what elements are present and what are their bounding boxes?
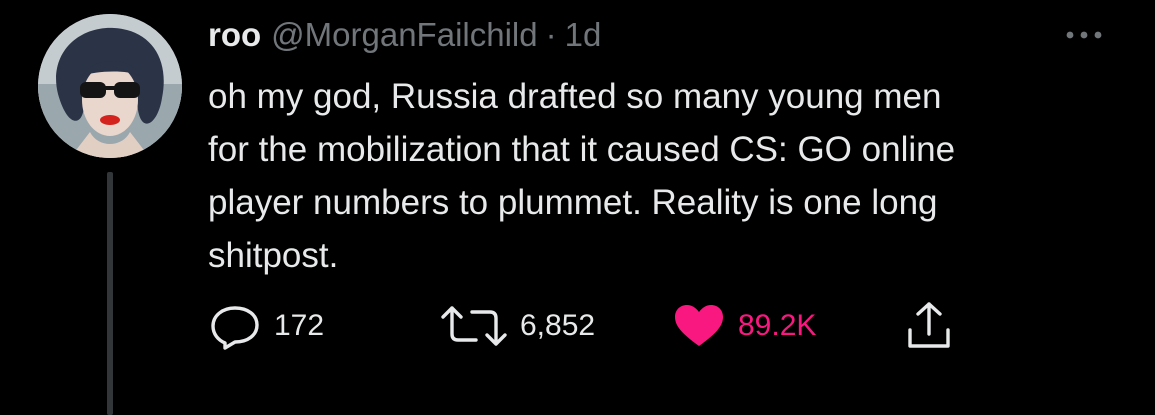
avatar[interactable]	[38, 14, 182, 158]
share-button[interactable]	[904, 296, 954, 356]
display-name[interactable]: roo	[208, 14, 261, 56]
reply-icon	[211, 306, 259, 350]
user-handle[interactable]: @MorganFailchild	[271, 14, 537, 56]
share-icon	[908, 302, 950, 348]
tweet-text-line: player numbers to plummet. Reality is on…	[208, 183, 938, 222]
like-button[interactable]: 89.2K	[672, 296, 816, 356]
tweet-text-line: for the mobilization that it caused CS: …	[208, 130, 956, 169]
tweet-actions: 172 6,852 89.2K	[0, 296, 1155, 356]
tweet-text-line: oh my god, Russia drafted so many young …	[208, 77, 942, 116]
separator-dot: ·	[545, 16, 557, 53]
like-count: 89.2K	[738, 309, 817, 342]
retweet-icon	[441, 306, 507, 346]
tweet-text: oh my god, Russia drafted so many young …	[208, 70, 1138, 282]
retweet-button[interactable]: 6,852	[440, 296, 595, 356]
reply-count: 172	[274, 309, 325, 342]
avatar-image	[38, 14, 182, 158]
timestamp[interactable]: 1d	[565, 14, 602, 56]
tweet[interactable]: roo @MorganFailchild · 1d oh my god, Rus…	[0, 0, 1155, 415]
more-options-button[interactable]	[1060, 18, 1108, 52]
tweet-header: roo @MorganFailchild · 1d	[208, 14, 601, 56]
more-horizontal-icon	[1066, 31, 1102, 39]
retweet-count: 6,852	[520, 309, 596, 342]
thread-line	[107, 172, 113, 415]
tweet-text-line: shitpost.	[208, 236, 339, 275]
heart-icon	[675, 305, 723, 346]
reply-button[interactable]: 172	[208, 296, 324, 356]
